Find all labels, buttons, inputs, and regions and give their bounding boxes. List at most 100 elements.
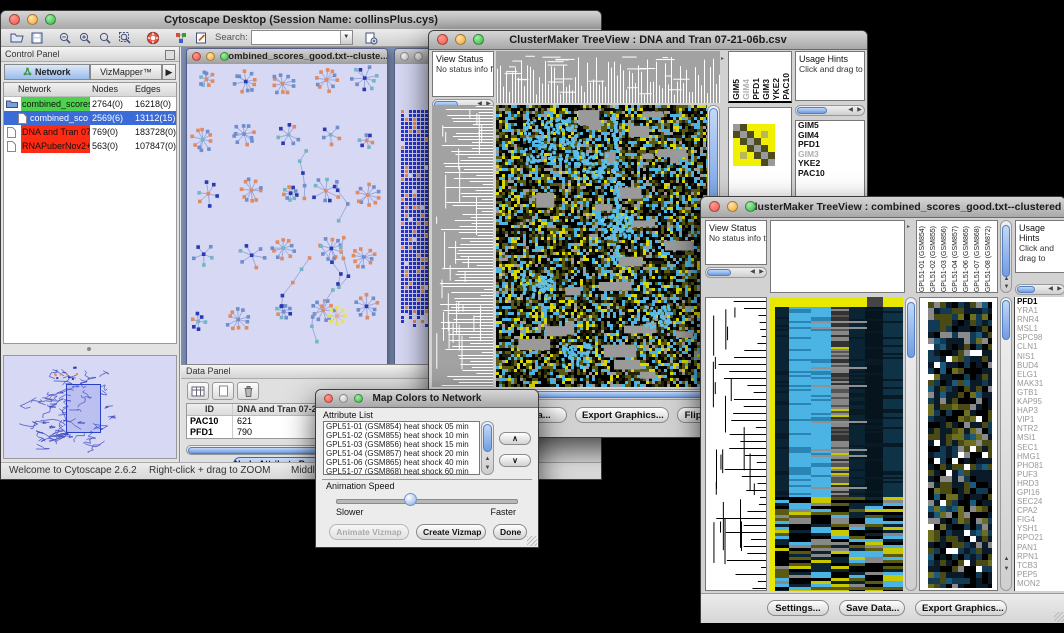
gene-list-item[interactable]: GTB1 — [1015, 388, 1064, 397]
gene-list-item[interactable]: MAK31 — [1015, 379, 1064, 388]
zoom-window-icon[interactable] — [220, 52, 229, 61]
gene-list-item[interactable]: PHO81 — [1015, 461, 1064, 470]
help-icon[interactable] — [143, 30, 163, 46]
create-vizmapbutton[interactable]: Create Vizmap — [416, 524, 486, 540]
gene-list-item[interactable]: GPI16 — [1015, 488, 1064, 497]
gene-list-item[interactable]: RPN1 — [1015, 552, 1064, 561]
vizmapper-icon[interactable] — [171, 30, 191, 46]
usage-hints-scrollbar[interactable]: ◀▶ — [795, 105, 865, 116]
heatmap-vscrollbar[interactable] — [905, 297, 917, 591]
animate-vizmapbutton[interactable]: Animate Vizmap — [329, 524, 409, 540]
minimize-icon[interactable] — [414, 52, 423, 61]
row-dendrogram-canvas[interactable] — [706, 298, 766, 590]
attribute-list-item[interactable]: GPL51-02 (GSM855) heat shock 10 min — [324, 431, 479, 440]
splitter-arrow-icon[interactable]: ▸ — [907, 223, 910, 230]
treeview-dna-titlebar[interactable]: ClusterMaker TreeView : DNA and Tran 07-… — [429, 31, 867, 50]
column-dendrogram-area[interactable] — [770, 220, 905, 293]
dialog-titlebar[interactable]: Map Colors to Network — [316, 390, 538, 408]
search-input[interactable]: ▼ — [251, 30, 353, 45]
donebutton[interactable]: Done — [493, 524, 527, 540]
gene-list-item[interactable]: BUD4 — [1015, 361, 1064, 370]
zoom-in-icon[interactable] — [75, 30, 95, 46]
close-icon[interactable] — [400, 52, 409, 61]
gene-list-item[interactable]: HMG1 — [1015, 452, 1064, 461]
slider-thumb[interactable] — [404, 493, 417, 506]
similarity-mini-heatmap[interactable] — [733, 124, 775, 166]
attribute-list-item[interactable]: GPL51-03 (GSM856) heat shock 15 min — [324, 440, 479, 449]
gene-list-item[interactable]: PAC10 — [796, 169, 864, 179]
resize-grip[interactable] — [527, 536, 537, 546]
attribute-list-item[interactable]: GPL51-07 (GSM868) heat shock 60 min — [324, 467, 479, 475]
network-list-row[interactable]: DNA and Tran 07769(0)183728(0) — [4, 125, 176, 139]
zoom-window-icon[interactable] — [45, 14, 56, 25]
export-graphics-button[interactable]: Export Graphics... — [915, 600, 1007, 616]
network-view-canvas-area[interactable] — [187, 64, 387, 364]
gene-list-item[interactable]: YSH1 — [1015, 524, 1064, 533]
network-overview-canvas[interactable] — [4, 356, 176, 458]
attribute-browser-icon[interactable] — [361, 30, 381, 46]
save-icon[interactable] — [27, 30, 47, 46]
treeview-combined-titlebar[interactable]: ClusterMaker TreeView : combined_scores_… — [701, 197, 1064, 218]
attribute-list-item[interactable]: GPL51-06 (GSM865) heat shock 40 min — [324, 458, 479, 467]
move-down-button[interactable]: ∨ — [499, 454, 531, 467]
attribute-list-vscrollbar[interactable]: ▲▼ — [481, 421, 494, 475]
network-view-titlebar[interactable]: combined_scores_good.txt--cluste... — [187, 49, 387, 65]
view-status-scrollbar[interactable]: ◀▶ — [705, 267, 767, 278]
tab-overflow-arrow[interactable]: ▶ — [162, 64, 176, 80]
gene-list-item[interactable]: KAP95 — [1015, 397, 1064, 406]
attribute-list-item[interactable]: GPL51-01 (GSM854) heat shock 05 min — [324, 422, 479, 431]
tab-network[interactable]: Network — [4, 64, 90, 80]
close-icon[interactable] — [709, 201, 720, 212]
close-icon[interactable] — [192, 52, 201, 61]
gene-list-item[interactable]: PFD1 — [1015, 297, 1064, 306]
zoom-window-icon[interactable] — [354, 394, 363, 403]
panel-divider-handle[interactable] — [87, 347, 91, 351]
gene-list-item[interactable]: PAN1 — [1015, 543, 1064, 552]
gene-list-item[interactable]: YRA1 — [1015, 306, 1064, 315]
gene-list-item[interactable]: RPO21 — [1015, 533, 1064, 542]
expression-heatmap-canvas[interactable] — [496, 105, 707, 387]
settings-button[interactable]: Settings... — [767, 600, 829, 616]
tab-vizmapper[interactable]: VizMapper™ — [90, 64, 162, 80]
network-list-row[interactable]: combined_scores2764(0)16218(0) — [4, 97, 176, 111]
zoom-selected-icon[interactable] — [115, 30, 135, 46]
minimize-icon[interactable] — [339, 394, 348, 403]
row-dendrogram-canvas[interactable] — [432, 105, 493, 387]
zoom-window-icon[interactable] — [473, 34, 484, 45]
save-data-button[interactable]: Save Data... — [839, 600, 905, 616]
gene-list-item[interactable]: NIS1 — [1015, 352, 1064, 361]
export-graphics-button[interactable]: Export Graphics... — [575, 407, 669, 423]
network-list-row[interactable]: combined_sco2569(6)13112(15) — [4, 111, 176, 125]
annotation-icon[interactable] — [191, 30, 211, 46]
chevron-down-icon[interactable]: ▼ — [340, 31, 352, 44]
gene-list-item[interactable]: SEC24 — [1015, 497, 1064, 506]
close-icon[interactable] — [437, 34, 448, 45]
attribute-list[interactable]: GPL51-01 (GSM854) heat shock 05 minGPL51… — [323, 421, 480, 475]
minimize-icon[interactable] — [27, 14, 38, 25]
cytoscape-titlebar[interactable]: Cytoscape Desktop (Session Name: collins… — [1, 11, 601, 30]
zoom-fit-icon[interactable] — [95, 30, 115, 46]
gene-list-item[interactable]: RNR4 — [1015, 315, 1064, 324]
gene-list-item[interactable]: HRD3 — [1015, 479, 1064, 488]
zoom-window-icon[interactable] — [745, 201, 756, 212]
gene-list-item[interactable]: HAP3 — [1015, 406, 1064, 415]
gene-list-item[interactable]: CPA2 — [1015, 506, 1064, 515]
gene-list[interactable]: GIM5GIM4PFD1GIM3YKE2PAC10 — [796, 121, 864, 178]
gene-list-item[interactable]: PEP5 — [1015, 570, 1064, 579]
gene-list-item[interactable]: MON2 — [1015, 579, 1064, 588]
new-attribute-icon[interactable] — [212, 382, 234, 400]
minimize-icon[interactable] — [206, 52, 215, 61]
gene-list-item[interactable]: SPC98 — [1015, 333, 1064, 342]
network-graph-canvas[interactable] — [187, 64, 385, 362]
zoom-out-icon[interactable] — [55, 30, 75, 46]
gene-list-item[interactable]: ELG1 — [1015, 370, 1064, 379]
resize-grip[interactable] — [1054, 612, 1064, 622]
gene-list-item[interactable]: MSI1 — [1015, 433, 1064, 442]
attribute-list-item[interactable]: GPL51-04 (GSM857) heat shock 20 min — [324, 449, 479, 458]
close-icon[interactable] — [324, 394, 333, 403]
gene-list-vscrollbar[interactable]: ▲▼ — [1000, 297, 1012, 591]
gene-list[interactable]: PFD1YRA1RNR4MSL1SPC98CLN1NIS1BUD4ELG1MAK… — [1015, 297, 1064, 588]
close-icon[interactable] — [9, 14, 20, 25]
network-list-row[interactable]: RNAPuberNov2+563(0)107847(0) — [4, 139, 176, 153]
move-up-button[interactable]: ∧ — [499, 432, 531, 445]
